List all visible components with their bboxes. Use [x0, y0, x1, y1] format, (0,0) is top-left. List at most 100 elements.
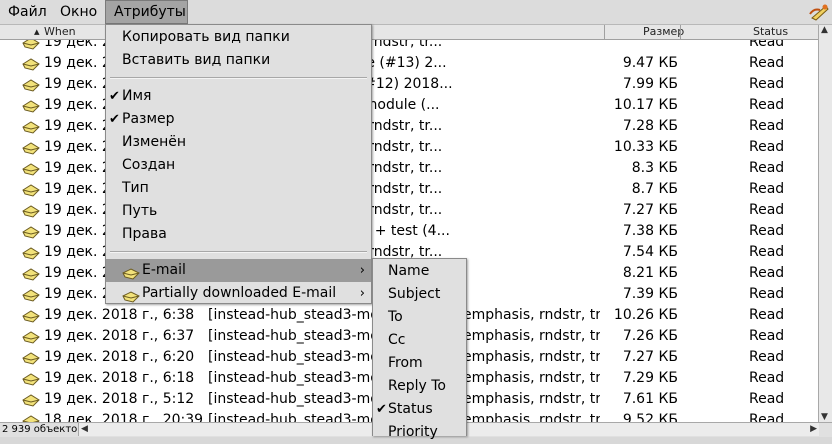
attribute-label: Имя [122, 88, 152, 104]
status-cell: Read [749, 40, 785, 50]
column-size[interactable]: Размер [643, 25, 684, 39]
when-cell: 19 дек. 2018 г., 6:18 [44, 370, 195, 386]
size-cell: 7.28 КБ [622, 118, 678, 134]
envelope-icon [22, 268, 40, 281]
size-cell: 7.54 КБ [622, 244, 678, 260]
size-cell: 7.29 КБ [622, 370, 678, 386]
scroll-right-icon[interactable]: ▶ [810, 423, 817, 436]
partial-email-attributes-item[interactable]: Partially downloaded E-mail › [106, 282, 371, 305]
envelope-icon [22, 121, 40, 134]
envelope-icon [22, 352, 40, 365]
status-cell: Read [749, 328, 785, 344]
email-attribute-label: Priority [388, 424, 438, 440]
status-cell: Read [749, 118, 785, 134]
size-cell: 7.27 КБ [622, 349, 678, 365]
envelope-icon [22, 184, 40, 197]
column-when[interactable]: When [44, 25, 76, 39]
attribute-item[interactable]: Создан [106, 154, 371, 177]
email-attribute-item[interactable]: To [373, 306, 466, 329]
attribute-item[interactable]: ✔ Размер [106, 108, 371, 131]
status-cell: Read [749, 370, 785, 386]
column-divider[interactable] [680, 25, 681, 39]
attribute-item[interactable]: Изменён [106, 131, 371, 154]
email-attributes-item[interactable]: E-mail › [106, 259, 371, 282]
menu-bar: Файл Окно Атрибуты [0, 0, 832, 25]
attribute-item[interactable]: Тип [106, 177, 371, 200]
size-cell: 8.7 КБ [631, 181, 678, 197]
status-cell: Read [749, 181, 785, 197]
status-cell: Read [749, 307, 785, 323]
email-attribute-item[interactable]: Priority [373, 421, 466, 444]
email-attribute-label: Reply To [388, 378, 446, 394]
size-cell: 7.99 КБ [622, 76, 678, 92]
menu-file[interactable]: Файл [0, 0, 55, 24]
envelope-icon [22, 58, 40, 71]
submenu-arrow-icon: › [359, 286, 365, 301]
envelope-icon [22, 100, 40, 113]
scroll-down-icon[interactable]: ▼ [821, 412, 828, 422]
menu-separator [110, 252, 367, 253]
size-cell: 10.17 КБ [613, 97, 678, 113]
status-cell: Read [749, 202, 785, 218]
deskbar-icon[interactable] [808, 2, 830, 22]
submenu-arrow-icon: › [359, 263, 365, 278]
envelope-icon [22, 79, 40, 92]
size-cell: 10.26 КБ [613, 307, 678, 323]
attributes-menu: Копировать вид папки Вставить вид папки … [105, 24, 372, 304]
status-cell: Read [749, 139, 785, 155]
status-cell: Read [749, 97, 785, 113]
status-cell: Read [749, 55, 785, 71]
sort-arrow-icon: ▴ [34, 25, 40, 38]
partial-email-attributes-label: Partially downloaded E-mail [142, 285, 337, 301]
when-cell: 19 дек. 2018 г., 6:38 [44, 307, 195, 323]
attribute-label: Размер [122, 111, 175, 127]
envelope-icon [22, 247, 40, 260]
email-attribute-label: To [388, 309, 403, 325]
column-status[interactable]: Status [753, 25, 788, 39]
status-cell: Read [749, 223, 785, 239]
envelope-icon [22, 415, 40, 422]
size-cell: 7.39 КБ [622, 286, 678, 302]
envelope-icon [22, 331, 40, 344]
attribute-item[interactable]: ✔ Имя [106, 85, 371, 108]
size-cell: 7.61 КБ [622, 391, 678, 407]
envelope-icon [22, 142, 40, 155]
status-cell: Read [749, 244, 785, 260]
attribute-item[interactable]: Права [106, 223, 371, 246]
checkmark-icon: ✔ [109, 89, 120, 104]
email-attribute-item[interactable]: From [373, 352, 466, 375]
attribute-label: Создан [122, 157, 176, 173]
envelope-icon [22, 289, 40, 302]
checkmark-icon: ✔ [109, 112, 120, 127]
envelope-icon [22, 163, 40, 176]
menu-separator [110, 78, 367, 79]
envelope-icon [22, 373, 40, 386]
status-cell: Read [749, 265, 785, 281]
email-attribute-item[interactable]: Cc [373, 329, 466, 352]
size-cell: 10.33 КБ [613, 139, 678, 155]
menu-attributes[interactable]: Атрибуты [105, 0, 188, 24]
status-cell: Read [749, 76, 785, 92]
scroll-left-icon[interactable]: ◀ [81, 423, 88, 436]
envelope-icon [22, 310, 40, 323]
email-attribute-item[interactable]: Subject [373, 283, 466, 306]
column-divider[interactable] [604, 25, 605, 39]
attribute-item[interactable]: Путь [106, 200, 371, 223]
when-cell: 19 дек. 2018 г., 6:37 [44, 328, 195, 344]
status-cell: Read [749, 349, 785, 365]
paste-layout-item[interactable]: Вставить вид папки [106, 49, 371, 72]
email-attribute-item[interactable]: Reply To [373, 375, 466, 398]
envelope-icon [22, 226, 40, 239]
scroll-up-icon[interactable]: ▲ [821, 25, 828, 35]
vertical-scrollbar[interactable]: ▲ ▼ [818, 25, 832, 422]
email-attribute-item[interactable]: ✔ Status [373, 398, 466, 421]
checkmark-icon: ✔ [376, 402, 387, 417]
copy-layout-item[interactable]: Копировать вид папки [106, 26, 371, 49]
envelope-icon [22, 205, 40, 218]
email-attribute-item[interactable]: Name [373, 260, 466, 283]
menu-window[interactable]: Окно [52, 0, 105, 24]
email-attribute-label: Cc [388, 332, 406, 348]
email-attributes-label: E-mail [142, 262, 186, 278]
size-cell: 7.27 КБ [622, 202, 678, 218]
envelope-icon [22, 394, 40, 407]
